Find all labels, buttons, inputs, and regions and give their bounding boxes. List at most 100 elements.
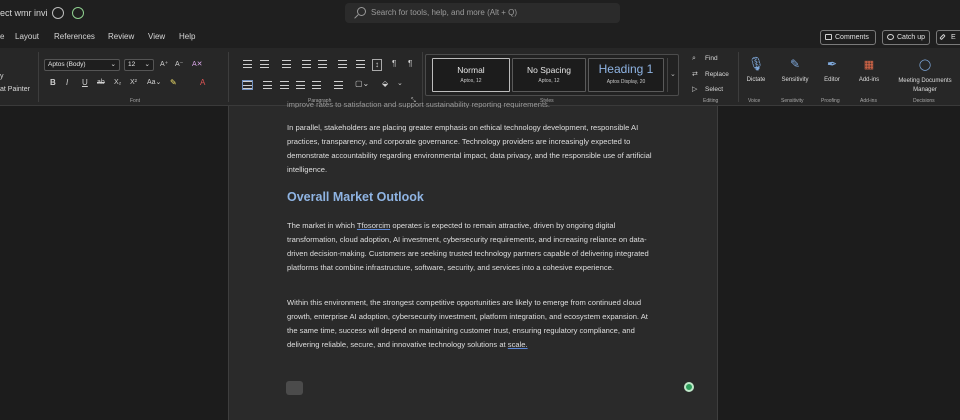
style-font: Aptos, 12 (538, 78, 560, 84)
ltr-icon[interactable] (338, 60, 347, 68)
document-canvas: improve rates to satisfaction and suppor… (0, 100, 960, 420)
italic-icon[interactable]: I (66, 78, 68, 88)
bullets-icon[interactable] (243, 60, 252, 68)
document-title[interactable]: ect wmr invi (0, 8, 48, 18)
microphone-icon: 🎙︎ (747, 56, 765, 71)
increase-indent-icon[interactable] (318, 60, 327, 68)
catch-up-label: Catch up (897, 34, 926, 41)
find-button[interactable]: Find (705, 55, 718, 62)
catch-up-button[interactable]: Catch up (882, 30, 930, 45)
format-painter-button[interactable]: at Painter (0, 86, 30, 93)
editing-mode-button[interactable]: E (936, 30, 960, 45)
tab-view[interactable]: View (148, 32, 165, 41)
style-heading-1[interactable]: Heading 1 Aptos Display, 20 (588, 58, 664, 92)
autosave-cloud-icon[interactable] (72, 7, 84, 19)
chevron-down-icon: ⌄ (670, 71, 676, 78)
grammar-flagged-word[interactable]: scale. (508, 340, 528, 349)
chevron-down-icon[interactable]: ⌄ (397, 79, 403, 89)
justify-icon[interactable] (296, 81, 305, 89)
search-box[interactable]: Search for tools, help, and more (Alt + … (345, 3, 620, 23)
subscript-icon[interactable]: X₂ (114, 78, 121, 88)
style-name: Normal (457, 65, 485, 75)
pencil-icon (939, 33, 946, 41)
shading-icon[interactable] (334, 81, 343, 89)
divider (228, 52, 229, 102)
grow-font-icon[interactable]: A⁺ (160, 60, 168, 70)
decisions-group-label: Decisions (913, 98, 935, 104)
font-size-select[interactable]: 12 ⌄ (124, 59, 154, 71)
replace-icon: ⇄ (692, 71, 698, 78)
font-name-select[interactable]: Aptos (Body) ⌄ (44, 59, 120, 71)
multilevel-list-icon[interactable] (282, 60, 291, 68)
sensitivity-group-label: Sensitivity (781, 98, 804, 104)
sort-icon[interactable]: ↕ (372, 59, 382, 71)
tab-review[interactable]: Review (108, 32, 134, 41)
bold-icon[interactable]: B (50, 78, 56, 88)
shrink-font-icon[interactable]: A⁻ (175, 60, 183, 70)
replace-button[interactable]: Replace (705, 71, 729, 78)
tab-layout[interactable]: Layout (15, 32, 39, 41)
chevron-down-icon: ⌄ (110, 61, 116, 68)
tab-help[interactable]: Help (179, 32, 195, 41)
catch-up-icon (887, 34, 894, 40)
sensitivity-button[interactable]: ✎ Sensitivity (776, 55, 814, 83)
search-icon: ⌕ (692, 55, 696, 62)
decrease-indent-icon[interactable] (302, 60, 311, 68)
document-page[interactable]: improve rates to satisfaction and suppor… (228, 100, 718, 420)
title-bar: ect wmr invi Search for tools, help, and… (0, 0, 960, 28)
styles-scroll[interactable]: ⌄ (667, 58, 677, 92)
underline-icon[interactable]: U (82, 78, 88, 88)
highlight-color-icon[interactable]: ✎ (170, 78, 177, 88)
addins-label: Add-ins (858, 77, 880, 83)
select-button[interactable]: Select (705, 86, 723, 93)
clear-formatting-icon[interactable]: A✕ (192, 60, 203, 70)
show-marks-icon[interactable]: ¶ (392, 59, 396, 69)
ribbon-tabs: e Layout References Review View Help Com… (0, 28, 960, 48)
addins-grid-icon: ▦ (863, 59, 875, 71)
dictate-button[interactable]: 🎙︎ Dictate (742, 55, 770, 83)
comments-button[interactable]: Comments (820, 30, 876, 45)
comment-icon (825, 34, 832, 40)
proofing-group-label: Proofing (821, 98, 840, 104)
addins-button[interactable]: ▦ Add-ins (852, 55, 886, 83)
paint-bucket-icon[interactable]: ⬙ (382, 79, 388, 89)
align-right-icon[interactable] (280, 81, 289, 89)
style-font: Aptos, 12 (460, 78, 482, 84)
tab-partial[interactable]: e (0, 32, 4, 41)
copilot-icon[interactable] (684, 382, 694, 392)
align-left-icon[interactable] (242, 80, 253, 90)
style-no-spacing[interactable]: No Spacing Aptos, 12 (512, 58, 586, 92)
tab-references[interactable]: References (54, 32, 95, 41)
editor-button[interactable]: ✒ Editor (818, 55, 846, 83)
para-text: The market in which (287, 221, 357, 230)
pilcrow-icon[interactable]: ¶ (408, 59, 412, 69)
borders-icon[interactable]: ▢⌄ (355, 79, 369, 89)
numbering-icon[interactable] (260, 60, 269, 68)
sensitivity-icon: ✎ (789, 57, 801, 71)
editing-mode-label: E (951, 34, 956, 41)
meeting-documents-manager-button[interactable]: ◯ Meeting Documents Manager (890, 55, 960, 93)
clipboard-partial: y (0, 73, 4, 80)
styles-gallery: Normal Aptos, 12 No Spacing Aptos, 12 He… (425, 54, 679, 96)
editor-pen-icon: ✒ (826, 57, 838, 71)
line-spacing-icon[interactable] (312, 81, 321, 89)
align-center-icon[interactable] (263, 81, 272, 89)
para-text: Within this environment, the strongest c… (287, 298, 648, 349)
paragraph-market: The market in which Tfosorcim operates i… (287, 219, 657, 275)
voice-group-label: Voice (748, 98, 761, 104)
superscript-icon[interactable]: X² (130, 78, 137, 88)
divider (422, 52, 423, 102)
sensitivity-status-icon[interactable] (52, 7, 64, 19)
divider (738, 52, 739, 102)
strikethrough-icon[interactable]: ab (97, 78, 105, 88)
style-normal[interactable]: Normal Aptos, 12 (432, 58, 510, 92)
heading-market-outlook: Overall Market Outlook (287, 190, 424, 204)
circle-icon: ◯ (918, 59, 932, 71)
font-color-icon[interactable]: A (200, 78, 205, 88)
spellcheck-word[interactable]: Tfosorcim (357, 221, 390, 230)
rtl-icon[interactable] (356, 60, 365, 68)
sensitivity-label: Sensitivity (781, 77, 809, 83)
font-size-value: 12 (128, 61, 136, 68)
change-case-icon[interactable]: Aa⌄ (147, 78, 161, 88)
meeting-documents-label: Meeting Documents Manager (898, 78, 952, 93)
